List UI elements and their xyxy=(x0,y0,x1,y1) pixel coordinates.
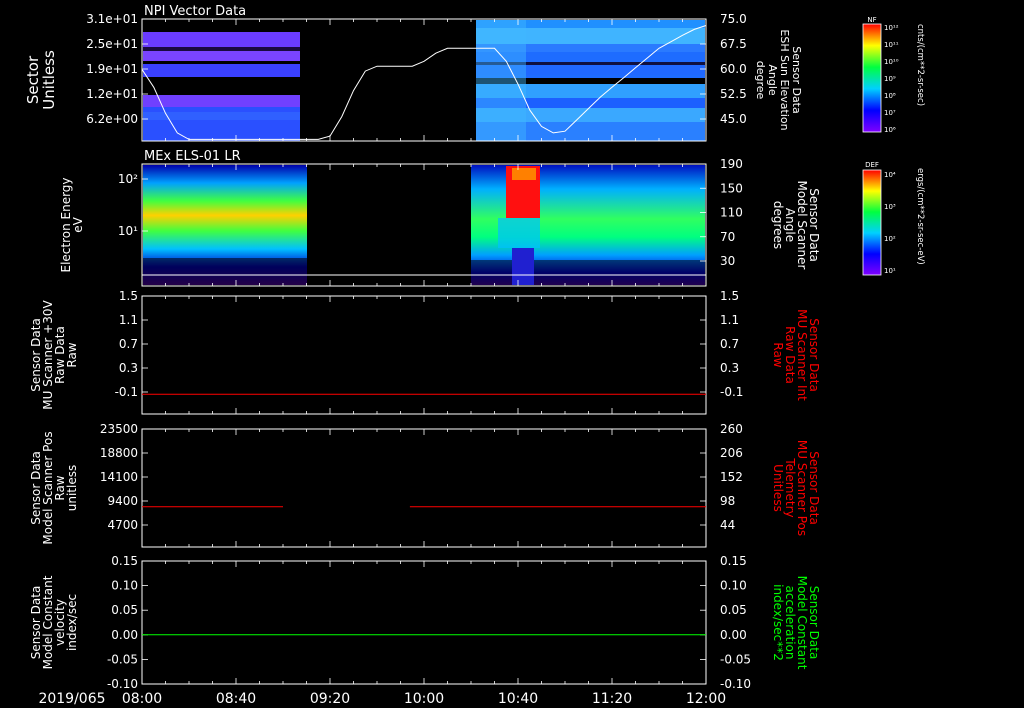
right-y-tick-label: 190 xyxy=(720,157,743,171)
right-y-tick-label: 0.7 xyxy=(720,337,739,351)
right-y-tick-label: 70 xyxy=(720,230,735,244)
y-tick-label: 1.5 xyxy=(119,289,138,303)
y-tick-label: 10¹ xyxy=(118,224,138,238)
colorbar-tick-label: 10² xyxy=(884,235,896,243)
y-tick-label: 0.3 xyxy=(119,361,138,375)
right-y-tick-label: 60.0 xyxy=(720,62,747,76)
colorbar-nf-label: NF xyxy=(867,16,876,24)
right-y-tick-label: 150 xyxy=(720,181,743,195)
time-tick-label: 09:20 xyxy=(310,691,350,707)
panel-3: 1.5 1.1 0.7 0.3 -0.1 Sensor DataMU Scanner +3… xyxy=(29,289,821,415)
right-y-tick-label: 110 xyxy=(720,206,743,220)
y-axis-label: Sensor DataMU Scanner +30VRaw DataRaw xyxy=(29,300,79,410)
right-y-tick-label: 45.0 xyxy=(720,112,747,126)
npi-heatmap-left xyxy=(143,32,300,141)
colorbar-tick-label: 10¹⁰ xyxy=(884,58,899,66)
right-axis-label: Sensor DataMU Scanner IntRaw DataRaw xyxy=(771,309,821,401)
y-tick-label: 0.7 xyxy=(119,337,138,351)
right-y-tick-label: 152 xyxy=(720,470,743,484)
y-tick-label: 1.9e+01 xyxy=(86,62,138,76)
right-y-tick-label: -0.1 xyxy=(720,385,743,399)
colorbar-def-label: DEF xyxy=(865,161,879,169)
mission-plot-canvas: NPI Vector Data 3.1e+01 2.5e+01 1.9e+01 1.2e… xyxy=(24,4,925,707)
right-y-tick-label: 0.3 xyxy=(720,361,739,375)
y-tick-label: 6.2e+00 xyxy=(86,112,138,126)
colorbar-tick-label: 10¹ xyxy=(884,267,896,275)
colorbar-tick-label: 10⁹ xyxy=(884,75,896,83)
colorbar-nf-unit: cnts/(cm**2-sr-sec) xyxy=(915,24,925,106)
panel-title: MEx ELS-01 LR xyxy=(144,149,241,164)
right-y-tick-label: 67.5 xyxy=(720,37,747,51)
colorbar-tick-label: 10⁶ xyxy=(884,126,896,134)
time-tick-label: 11:20 xyxy=(592,691,632,707)
els-heatmap-right xyxy=(471,165,705,285)
colorbar-tick-label: 10⁷ xyxy=(884,109,896,117)
time-tick-label: 10:00 xyxy=(404,691,444,707)
colorbar-tick-label: 10³ xyxy=(884,203,896,211)
right-y-tick-label: 0.05 xyxy=(720,603,747,617)
y-tick-label: 10² xyxy=(118,172,138,186)
y-tick-label: 23500 xyxy=(100,422,138,436)
time-tick-label: 08:00 xyxy=(122,691,162,707)
right-y-tick-label: 75.0 xyxy=(720,12,747,26)
right-y-tick-label: 206 xyxy=(720,446,743,460)
y-axis-label: Sensor DataModel Constantvelocityindex/s… xyxy=(29,575,79,669)
els-heatmap-left xyxy=(143,165,307,285)
colorbar-tick-label: 10⁴ xyxy=(884,171,896,179)
panel-frame xyxy=(141,560,707,685)
panel-5: 0.15 0.10 0.05 0.00 -0.05 -0.10 Sensor DataMod… xyxy=(29,554,821,691)
y-tick-label: 1.2e+01 xyxy=(86,87,138,101)
colorbar-def: DEF ergs/(cm**2-sr-sec-eV) 10⁴ 10³ 10² 10¹ xyxy=(862,161,925,276)
colorbar-def-unit: ergs/(cm**2-sr-sec-eV) xyxy=(915,168,925,265)
right-y-tick-label: 260 xyxy=(720,422,743,436)
npi-heatmap-right xyxy=(476,20,705,141)
y-tick-label: 9400 xyxy=(107,494,138,508)
y-tick-label: -0.05 xyxy=(107,652,138,666)
right-axis-label: Sensor DataModel ScannerAngledegrees xyxy=(771,181,821,270)
right-axis-label: Sensor DataESH Sun ElevationAngledegree xyxy=(754,29,803,130)
y-tick-label: 0.10 xyxy=(111,579,138,593)
y-axis-label: Sensor DataModel Scanner PosRawunitless xyxy=(29,431,79,544)
right-y-tick-label: 30 xyxy=(720,254,735,268)
right-y-tick-label: 1.1 xyxy=(720,313,739,327)
colorbar-tick-label: 10¹² xyxy=(884,24,899,32)
colorbar-nf: NF cnts/(cm**2-sr-sec) 10¹² 10¹¹ 10¹⁰ 10⁹ 10… xyxy=(862,16,925,134)
right-y-tick-label: 98 xyxy=(720,494,735,508)
y-tick-label: 2.5e+01 xyxy=(86,37,138,51)
y-axis-label: Electron EnergyeV xyxy=(59,177,85,272)
y-tick-label: -0.10 xyxy=(107,677,138,691)
panel-title: NPI Vector Data xyxy=(144,4,246,19)
y-tick-label: 0.05 xyxy=(111,603,138,617)
y-tick-label: 0.15 xyxy=(111,554,138,568)
right-axis-label: Sensor DataMU Scanner PosTelemetryUnitle… xyxy=(771,440,821,536)
time-tick-label: 10:40 xyxy=(498,691,538,707)
panel-4: 23500 18800 14100 9400 4700 Sensor DataModel … xyxy=(29,422,821,548)
y-tick-label: 4700 xyxy=(107,518,138,532)
panel-frame xyxy=(141,295,707,415)
right-y-tick-label: 44 xyxy=(720,518,735,532)
y-tick-label: 0.00 xyxy=(111,628,138,642)
y-axis-label: SectorUnitless xyxy=(24,50,58,110)
y-tick-label: -0.1 xyxy=(115,385,138,399)
colorbar-tick-label: 10¹¹ xyxy=(884,41,899,49)
time-tick-label: 08:40 xyxy=(216,691,256,707)
right-y-tick-label: -0.10 xyxy=(720,677,751,691)
right-y-tick-label: 52.5 xyxy=(720,87,747,101)
right-y-tick-label: 0.15 xyxy=(720,554,747,568)
date-label: 2019/065 xyxy=(38,691,105,707)
y-tick-label: 14100 xyxy=(100,470,138,484)
right-y-tick-label: 1.5 xyxy=(720,289,739,303)
y-tick-label: 18800 xyxy=(100,446,138,460)
y-tick-label: 3.1e+01 xyxy=(86,12,138,26)
right-y-tick-label: 0.00 xyxy=(720,628,747,642)
panel-frame xyxy=(141,428,707,548)
right-axis-label: Sensor DataModel Constantaccelerationind… xyxy=(771,576,821,670)
y-tick-label: 1.1 xyxy=(119,313,138,327)
colorbar-tick-label: 10⁸ xyxy=(884,92,896,100)
time-tick-label: 12:00 xyxy=(686,691,726,707)
right-y-tick-label: -0.05 xyxy=(720,652,751,666)
right-y-tick-label: 0.10 xyxy=(720,579,747,593)
